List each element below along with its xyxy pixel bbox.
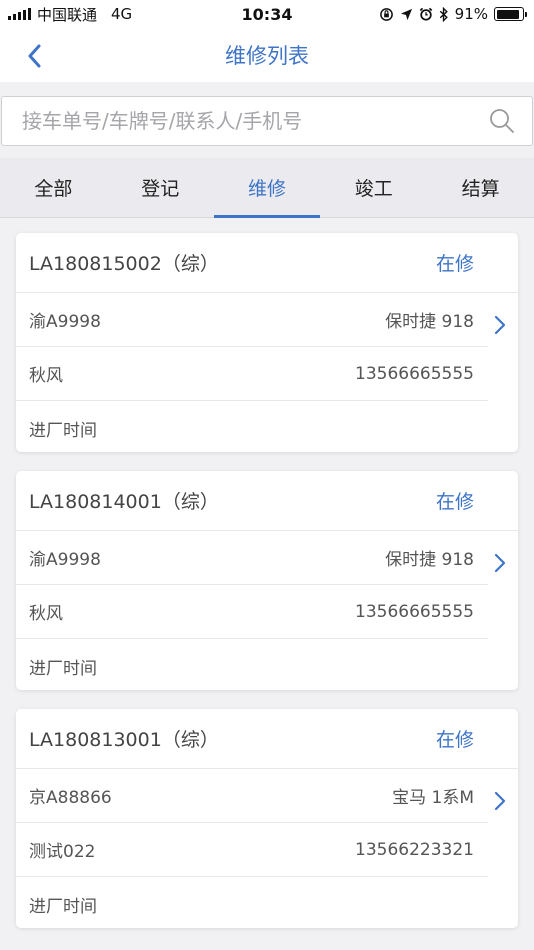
battery-icon xyxy=(494,7,527,21)
entry-time-row: 进厂时间 xyxy=(16,639,488,693)
card-header: LA180815002（综） 在修 xyxy=(16,233,518,293)
chevron-right-icon xyxy=(494,791,506,811)
chevron-right-icon xyxy=(494,553,506,573)
chevron-right-icon xyxy=(494,315,506,335)
card-header: LA180813001（综） 在修 xyxy=(16,709,518,769)
status-bar-right: 91% xyxy=(379,5,527,23)
phone-number: 13566665555 xyxy=(355,363,474,384)
back-button[interactable] xyxy=(14,36,54,76)
network-type: 4G xyxy=(111,5,133,23)
rotation-lock-icon xyxy=(379,7,393,21)
search-input[interactable] xyxy=(22,109,488,133)
navigation-bar: 维修列表 xyxy=(0,28,534,82)
status-tabs: 全部 登记 维修 竣工 结算 xyxy=(0,158,534,218)
plate-number: 渝A9998 xyxy=(29,312,101,332)
contact-row: 秋风 13566665555 xyxy=(16,585,488,639)
entry-time-label: 进厂时间 xyxy=(29,658,97,679)
plate-number: 渝A9998 xyxy=(29,550,101,570)
entry-time-row: 进厂时间 xyxy=(16,401,488,455)
status-badge: 在修 xyxy=(435,491,474,513)
tab-all[interactable]: 全部 xyxy=(0,158,107,217)
alarm-icon xyxy=(419,7,432,21)
status-bar: 中国联通 4G 10:34 91% xyxy=(0,0,534,28)
car-model: 保时捷 918 xyxy=(385,312,474,332)
plate-number: 京A88866 xyxy=(29,788,112,808)
phone-number: 13566223321 xyxy=(355,839,474,860)
order-number: LA180814001（综） xyxy=(29,491,219,513)
signal-icon xyxy=(8,8,31,20)
contact-name: 秋风 xyxy=(29,604,63,624)
vehicle-row: 渝A9998 保时捷 918 xyxy=(16,531,488,585)
vehicle-row: 渝A9998 保时捷 918 xyxy=(16,293,488,347)
repair-order-card[interactable]: LA180815002（综） 在修 渝A9998 保时捷 918 秋风 1356… xyxy=(16,233,518,452)
entry-time-row: 进厂时间 xyxy=(16,877,488,931)
entry-time-label: 进厂时间 xyxy=(29,896,97,917)
repair-order-list: LA180815002（综） 在修 渝A9998 保时捷 918 秋风 1356… xyxy=(16,233,518,947)
search-section xyxy=(0,82,534,156)
contact-row: 秋风 13566665555 xyxy=(16,347,488,401)
tab-repairing[interactable]: 维修 xyxy=(213,158,321,218)
search-box xyxy=(1,96,533,146)
vehicle-row: 京A88866 宝马 1系M xyxy=(16,769,488,823)
contact-row: 测试022 13566223321 xyxy=(16,823,488,877)
carrier-name: 中国联通 xyxy=(37,5,98,24)
repair-order-card[interactable]: LA180814001（综） 在修 渝A9998 保时捷 918 秋风 1356… xyxy=(16,471,518,690)
car-model: 保时捷 918 xyxy=(385,550,474,570)
order-number: LA180815002（综） xyxy=(29,253,219,275)
phone-number: 13566665555 xyxy=(355,601,474,622)
search-icon[interactable] xyxy=(488,107,516,135)
contact-name: 秋风 xyxy=(29,366,63,386)
order-number: LA180813001（综） xyxy=(29,729,219,751)
status-badge: 在修 xyxy=(435,729,474,751)
contact-name: 测试022 xyxy=(29,842,96,862)
chevron-left-icon xyxy=(28,44,41,68)
status-badge: 在修 xyxy=(435,253,474,275)
car-model: 宝马 1系M xyxy=(392,788,474,808)
location-icon xyxy=(400,8,412,20)
battery-percent: 91% xyxy=(454,5,488,23)
page-title: 维修列表 xyxy=(225,44,309,68)
entry-time-label: 进厂时间 xyxy=(29,420,97,441)
card-header: LA180814001（综） 在修 xyxy=(16,471,518,531)
status-bar-left: 中国联通 4G xyxy=(8,4,132,25)
tab-completed[interactable]: 竣工 xyxy=(320,158,427,217)
bluetooth-icon xyxy=(439,6,448,22)
tab-settled[interactable]: 结算 xyxy=(427,158,534,217)
repair-order-card[interactable]: LA180813001（综） 在修 京A88866 宝马 1系M 测试022 1… xyxy=(16,709,518,928)
tab-registered[interactable]: 登记 xyxy=(107,158,214,217)
